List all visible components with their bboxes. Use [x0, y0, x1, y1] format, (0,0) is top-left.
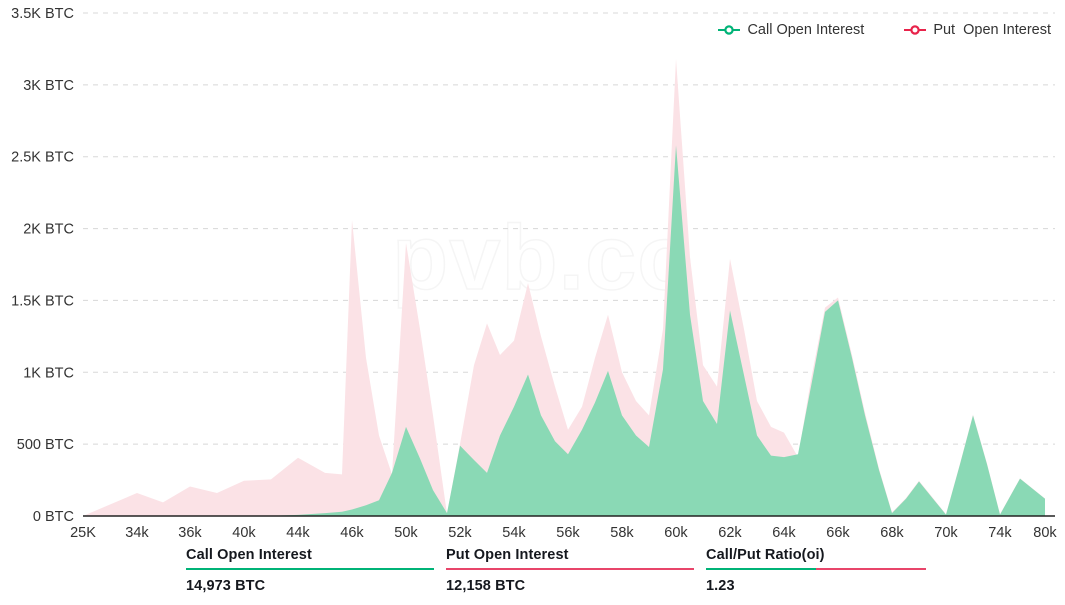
x-axis-tick-label: 44k — [286, 525, 310, 541]
x-axis-tick-label: 58k — [610, 525, 634, 541]
y-axis-tick-label: 2.5K BTC — [11, 150, 74, 166]
stat-rule — [186, 568, 434, 570]
y-axis-tick-label: 1.5K BTC — [11, 293, 74, 309]
x-axis-tick-label: 64k — [772, 525, 796, 541]
stat-value: 14,973 BTC — [186, 578, 266, 594]
x-axis-tick-label: 80k — [1033, 525, 1057, 541]
y-axis-tick-label: 3K BTC — [23, 78, 74, 94]
y-axis-tick-label: 500 BTC — [17, 437, 74, 453]
stat-put-open-interest: Put Open Interest 12,158 BTC — [446, 547, 706, 594]
y-axis-tick-label: 0 BTC — [33, 509, 74, 525]
stat-title: Put Open Interest — [446, 547, 569, 563]
x-axis-tick-label: 46k — [340, 525, 364, 541]
x-axis-tick-label: 52k — [448, 525, 472, 541]
stat-rule — [446, 568, 694, 570]
y-axis-tick-label: 3.5K BTC — [11, 6, 74, 22]
options-open-interest-chart-panel: Call Open Interest Put Open Interest pvb… — [0, 0, 1065, 605]
y-axis-tick-label: 2K BTC — [23, 222, 74, 238]
x-axis-tick-label: 25K — [70, 525, 96, 541]
x-axis-tick-label: 40k — [232, 525, 256, 541]
x-axis-tick-label: 60k — [664, 525, 688, 541]
x-axis-tick-label: 62k — [718, 525, 742, 541]
open-interest-area-chart[interactable]: 0 BTC 500 BTC 1K BTC 1.5K BTC 2K BTC 2.5K BTC… — [0, 0, 1065, 545]
stat-title: Call Open Interest — [186, 547, 312, 563]
chart-plot-area[interactable]: 0 BTC 500 BTC 1K BTC 1.5K BTC 2K BTC 2.5K BTC… — [0, 0, 1065, 545]
series-area-call — [83, 145, 1045, 516]
x-axis-tick-label: 66k — [826, 525, 850, 541]
y-axis-tick-label: 1K BTC — [23, 365, 74, 381]
chart-series-areas — [83, 58, 1045, 516]
x-axis-tick-label: 34k — [125, 525, 149, 541]
y-axis-tick-labels: 0 BTC 500 BTC 1K BTC 1.5K BTC 2K BTC 2.5K BTC… — [11, 6, 74, 525]
x-axis-tick-label: 68k — [880, 525, 904, 541]
x-axis-tick-label: 70k — [934, 525, 958, 541]
stat-call-open-interest: Call Open Interest 14,973 BTC — [186, 547, 446, 594]
x-axis-tick-labels: 25K 34k 36k 40k 44k 46k 50k 52k 54k 56k 58k 60k 62k 6… — [70, 525, 1057, 541]
x-axis-tick-label: 56k — [556, 525, 580, 541]
x-axis-tick-label: 36k — [178, 525, 202, 541]
summary-stats-bar: Call Open Interest 14,973 BTC Put Open I… — [0, 547, 1065, 605]
series-area-put — [83, 58, 1045, 516]
stat-call-put-ratio: Call/Put Ratio(oi) 1.23 — [706, 547, 966, 594]
chart-gridlines — [83, 12, 1055, 445]
stat-value: 1.23 — [706, 578, 735, 594]
x-axis-tick-label: 50k — [394, 525, 418, 541]
stat-value: 12,158 BTC — [446, 578, 526, 594]
x-axis-tick-label: 54k — [502, 525, 526, 541]
stat-title: Call/Put Ratio(oi) — [706, 547, 825, 563]
stat-rule — [706, 568, 954, 570]
x-axis-tick-label: 74k — [988, 525, 1012, 541]
